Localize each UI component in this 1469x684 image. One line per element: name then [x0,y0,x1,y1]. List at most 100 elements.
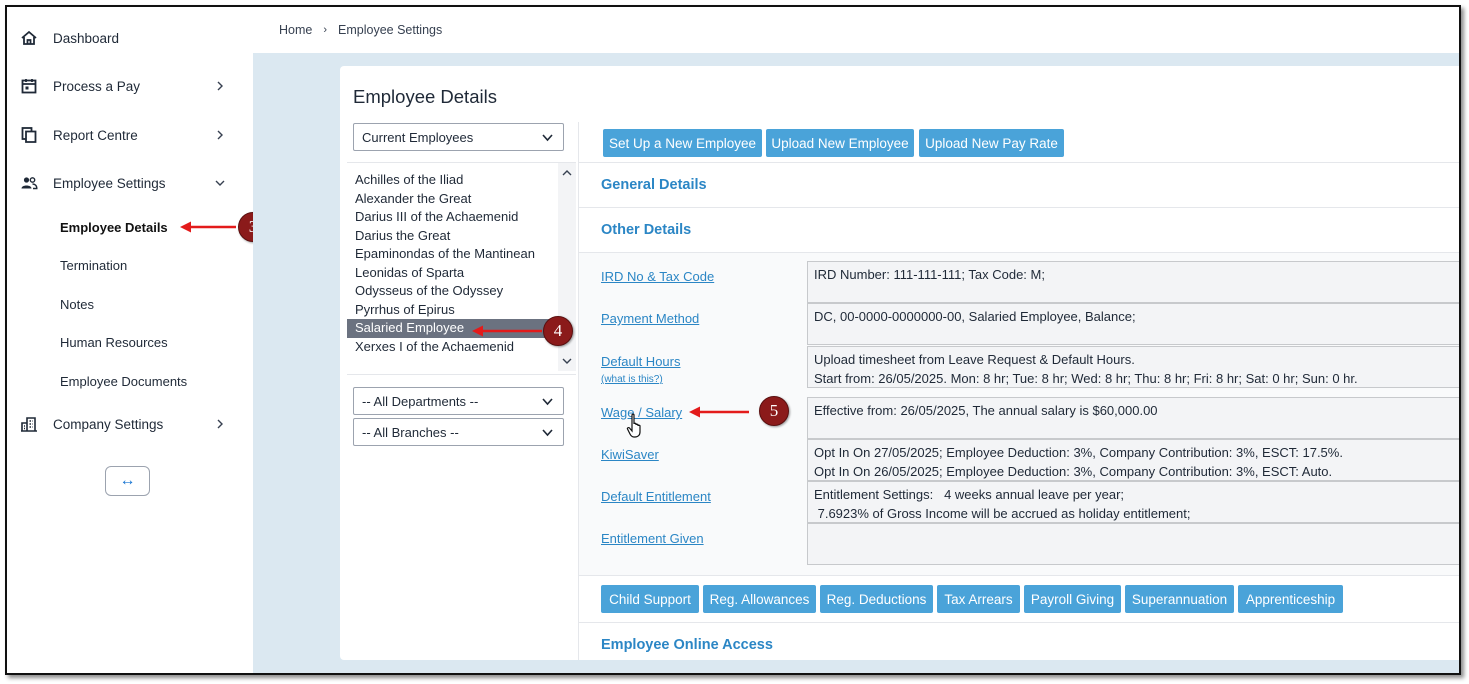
employee-list-item[interactable]: Pyrrhus of Epirus [347,301,557,320]
divider [579,622,1459,623]
sidebar-item-label: Report Centre [53,127,138,143]
breadcrumb-separator: › [323,24,328,36]
reg-deductions-button[interactable]: Reg. Deductions [820,585,933,613]
employee-status-value: Current Employees [362,129,474,145]
detail-line: Upload timesheet from Leave Request & De… [814,352,1135,367]
entitlement-given-link[interactable]: Entitlement Given [601,531,704,546]
sidebar-subitem-termination[interactable]: Termination [60,258,127,273]
apprenticeship-button[interactable]: Apprenticeship [1238,585,1343,613]
home-icon [21,30,37,45]
employee-list-item[interactable]: Leonidas of Sparta [347,264,557,283]
tax-arrears-button[interactable]: Tax Arrears [937,585,1020,613]
breadcrumb: Home › Employee Settings [253,7,1459,53]
employee-list-item[interactable]: Xerxes I of the Achaemenid [347,338,557,357]
collapse-sidebar-button[interactable]: ↔ [105,466,150,496]
horizontal-arrows-icon: ↔ [119,472,136,489]
detail-line: Start from: 26/05/2025. Mon: 8 hr; Tue: … [814,370,1358,386]
kiwisaver-link[interactable]: KiwiSaver [601,447,659,462]
chevron-down-icon [542,398,553,406]
chevron-up-icon[interactable] [561,167,573,179]
sidebar-item-dashboard[interactable]: Dashboard [7,21,253,55]
sidebar-item-process-a-pay[interactable]: Process a Pay [7,69,253,103]
employee-list-item[interactable]: Darius III of the Achaemenid [347,208,557,227]
detail-line: Opt In On 26/05/2025; Employee Deduction… [814,463,1333,479]
divider [579,575,1459,576]
child-support-button[interactable]: Child Support [601,585,699,613]
department-select[interactable]: -- All Departments -- [353,387,564,415]
detail-line: 7.6923% of Gross Income will be accrued … [814,505,1191,521]
section-employee-online-access[interactable]: Employee Online Access [601,637,773,653]
upload-new-employee-button[interactable]: Upload New Employee [766,129,914,157]
sidebar-item-report-centre[interactable]: Report Centre [7,118,253,152]
page-title: Employee Details [353,86,497,107]
annotation-badge-4: 4 [543,316,573,346]
sidebar: Dashboard Process a Pay Report Centre Em… [7,7,268,673]
divider [579,252,1459,253]
employee-list-item[interactable]: Darius the Great [347,227,557,246]
default-entitlement-link[interactable]: Default Entitlement [601,489,711,504]
employee-list-item[interactable]: Achilles of the Iliad [347,171,557,190]
employee-list-item[interactable]: Odysseus of the Odyssey [347,282,557,301]
copy-document-icon [21,127,37,143]
sidebar-subitem-employee-details[interactable]: Employee Details [60,220,168,235]
hand-cursor-icon [626,413,641,438]
detail-line: Opt In On 27/05/2025; Employee Deduction… [814,445,1343,460]
default-hours-value: Upload timesheet from Leave Request & De… [807,346,1459,388]
app-window: Dashboard Process a Pay Report Centre Em… [5,5,1461,675]
reg-allowances-button[interactable]: Reg. Allowances [703,585,816,613]
sidebar-item-employee-settings[interactable]: Employee Settings [7,166,253,200]
annotation-arrow [472,325,542,337]
wage-salary-value: Effective from: 26/05/2025, The annual s… [807,397,1459,439]
chevron-right-icon [217,419,223,429]
payment-method-value: DC, 00-0000-0000000-00, Salaried Employe… [807,303,1459,345]
default-hours-link[interactable]: Default Hours [601,354,680,369]
section-general-details[interactable]: General Details [601,177,707,193]
what-is-this-link[interactable]: (what is this?) [601,374,663,385]
employee-status-select[interactable]: Current Employees [353,123,564,151]
chevron-right-icon [217,81,223,91]
sidebar-subitem-employee-documents[interactable]: Employee Documents [60,374,187,389]
breadcrumb-home[interactable]: Home [279,23,312,37]
detail-line: Entitlement Settings: 4 weeks annual lea… [814,487,1125,502]
people-icon [21,177,38,190]
employee-list-item[interactable]: Epaminondas of the Mantinean [347,245,557,264]
department-value: -- All Departments -- [362,393,479,409]
sidebar-subitem-notes[interactable]: Notes [60,297,94,312]
annotation-arrow [180,221,236,233]
payment-method-link[interactable]: Payment Method [601,311,699,326]
building-icon [21,417,37,432]
divider [579,162,1459,163]
detail-line: DC, 00-0000-0000000-00, Salaried Employe… [814,309,1136,324]
chevron-down-icon [215,180,225,186]
chevron-down-icon [542,134,553,142]
employee-list-item[interactable]: Alexander the Great [347,190,557,209]
sidebar-item-label: Process a Pay [53,78,141,94]
superannuation-button[interactable]: Superannuation [1125,585,1234,613]
sidebar-item-company-settings[interactable]: Company Settings [7,407,253,441]
branch-value: -- All Branches -- [362,424,459,440]
sidebar-item-label: Employee Settings [53,175,166,191]
setup-new-employee-button[interactable]: Set Up a New Employee [603,129,762,157]
annotation-badge-5: 5 [759,396,789,426]
sidebar-item-label: Dashboard [53,30,120,46]
upload-new-pay-rate-button[interactable]: Upload New Pay Rate [919,129,1064,157]
detail-line: IRD Number: 111-111-111; Tax Code: M; [814,267,1045,282]
annotation-arrow [689,406,749,418]
employee-list: Achilles of the Iliad Alexander the Great… [347,162,576,371]
ird-tax-code-value: IRD Number: 111-111-111; Tax Code: M; [807,261,1459,303]
divider [347,374,576,375]
kiwisaver-value: Opt In On 27/05/2025; Employee Deduction… [807,439,1459,481]
sidebar-subitem-human-resources[interactable]: Human Resources [60,335,168,350]
breadcrumb-current: Employee Settings [338,23,443,37]
chevron-down-icon[interactable] [561,355,573,367]
divider [579,207,1459,208]
branch-select[interactable]: -- All Branches -- [353,418,564,446]
calendar-icon [21,79,37,94]
payroll-giving-button[interactable]: Payroll Giving [1024,585,1121,613]
employee-details-panel: Employee Details Current Employees Achil… [340,66,1459,660]
detail-line: Effective from: 26/05/2025, The annual s… [814,403,1158,418]
ird-tax-code-link[interactable]: IRD No & Tax Code [601,269,714,284]
default-entitlement-value: Entitlement Settings: 4 weeks annual lea… [807,481,1459,523]
chevron-right-icon [217,130,223,140]
section-other-details[interactable]: Other Details [601,222,691,238]
